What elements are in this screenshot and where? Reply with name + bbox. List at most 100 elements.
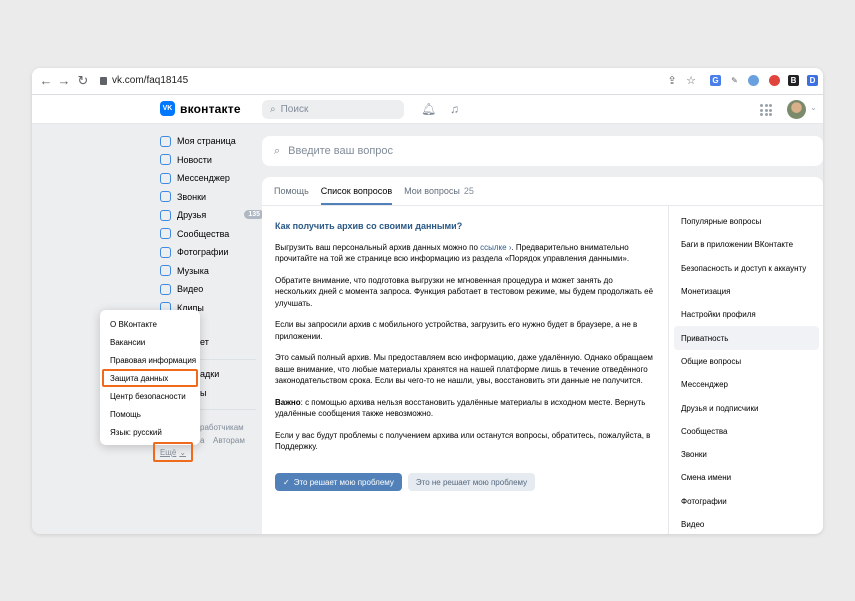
category-item[interactable]: Популярные вопросы: [674, 210, 819, 233]
menu-partial-label-2: адки: [200, 369, 220, 379]
more-label: Ещё: [159, 447, 177, 457]
not-solved-button[interactable]: Это не решает мою проблему: [407, 473, 536, 491]
category-item[interactable]: Друзья и подписчики: [674, 396, 819, 419]
sidebar-item[interactable]: Новости: [160, 151, 260, 170]
pen-icon[interactable]: ✎: [729, 75, 740, 86]
solved-button[interactable]: ✓ Это решает мою проблему: [275, 473, 402, 491]
red-circle-icon[interactable]: [769, 75, 780, 86]
video-icon: [160, 283, 171, 295]
tab-count: 25: [463, 186, 474, 196]
music-icon: [160, 265, 171, 277]
avatar[interactable]: [787, 100, 806, 119]
article-paragraph: Если вы запросили архив с мобильного уст…: [275, 320, 638, 341]
translate-icon[interactable]: G: [710, 75, 721, 86]
browser-window: ← → ↻ vk.com/faq18145 ⇪ ☆ G ✎ B D VK вко…: [32, 68, 823, 534]
popup-menu-item[interactable]: О ВКонтакте: [100, 315, 200, 333]
music-note-icon[interactable]: ♫: [450, 102, 459, 116]
sidebar-item[interactable]: Фотографии: [160, 243, 260, 262]
footer-link-developers[interactable]: работчикам: [200, 423, 244, 432]
category-item[interactable]: Смена имени: [674, 466, 819, 489]
star-icon[interactable]: ☆: [683, 73, 699, 89]
forward-arrow-icon[interactable]: →: [56, 73, 72, 89]
address-bar[interactable]: vk.com/faq18145: [100, 74, 188, 88]
category-item[interactable]: Звонки: [674, 443, 819, 466]
article-paragraph: Важно: с помощью архива нельзя восстанов…: [275, 397, 655, 420]
article-bold-text: Важно: [275, 397, 301, 407]
article-paragraph: Это самый полный архив. Мы предоставляем…: [275, 353, 653, 385]
left-menu: Моя страница Новости Мессенджер Звонки Друзь…: [160, 132, 264, 317]
menu-partial-label-1: ет: [200, 337, 209, 347]
sidebar-item-label: Новости: [177, 154, 212, 165]
sidebar-item-label: Звонки: [177, 191, 207, 202]
browser-toolbar: ← → ↻ vk.com/faq18145 ⇪ ☆ G ✎ B D: [32, 68, 823, 95]
popup-menu-item[interactable]: Правовая информация: [100, 351, 200, 369]
lock-icon: [100, 77, 107, 85]
user-circle-icon: [160, 135, 171, 147]
category-item[interactable]: Безопасность и доступ к аккаунту: [674, 257, 819, 280]
header-search-placeholder: Поиск: [280, 104, 309, 115]
tab-help[interactable]: Помощь: [274, 177, 309, 205]
sidebar-item-label: Мессенджер: [177, 173, 230, 184]
category-item[interactable]: Общие вопросы: [674, 350, 819, 373]
sidebar-item-label: Фотографии: [177, 247, 229, 258]
url-text: vk.com/faq18145: [112, 75, 189, 86]
footer-link-authors[interactable]: Авторам: [213, 436, 245, 445]
category-item[interactable]: Настройки профиля: [674, 303, 819, 326]
category-item[interactable]: Мессенджер: [674, 373, 819, 396]
category-item[interactable]: Баги в приложении ВКонтакте: [674, 233, 819, 256]
question-search-input[interactable]: ⌕ Введите ваш вопрос: [262, 136, 823, 166]
vk-logo-text: вконтакте: [180, 101, 241, 116]
header-search-input[interactable]: ⌕ Поиск: [262, 100, 404, 119]
d-icon[interactable]: D: [807, 75, 818, 86]
vk-logo-mark: VK: [160, 101, 175, 116]
category-item[interactable]: Монетизация: [674, 280, 819, 303]
bell-icon[interactable]: 🔔︎: [421, 102, 436, 116]
b-icon[interactable]: B: [788, 75, 799, 86]
article-paragraph: Обратите внимание, что подготовка выгруз…: [275, 275, 654, 308]
category-item[interactable]: Сообщества: [674, 420, 819, 443]
check-icon: ✓: [283, 477, 290, 487]
sidebar-item-label: Сообщества: [177, 228, 230, 239]
sidebar-item[interactable]: Видео: [160, 280, 260, 299]
sidebar-item-label: Друзья: [177, 210, 207, 221]
category-item[interactable]: Видео: [674, 513, 819, 534]
search-icon: ⌕: [274, 144, 281, 157]
vk-logo[interactable]: VK вконтакте: [160, 101, 241, 116]
menu-partial-label-3: ы: [200, 388, 207, 398]
category-list: Популярные вопросы Баги в приложении ВКон…: [674, 210, 819, 534]
sidebar-item[interactable]: Звонки: [160, 188, 260, 207]
popup-menu-item[interactable]: Помощь: [100, 405, 200, 423]
question-search-placeholder: Введите ваш вопрос: [288, 145, 394, 157]
globe-icon[interactable]: [748, 75, 759, 86]
sidebar-item[interactable]: Друзья 135: [160, 206, 264, 225]
more-popup-menu: О ВКонтакте Вакансии Правовая информация За…: [100, 310, 200, 445]
reload-icon[interactable]: ↻: [75, 73, 91, 89]
category-item[interactable]: Приватность: [674, 326, 819, 350]
archive-link[interactable]: ссылке: [480, 243, 506, 252]
sidebar-item[interactable]: Мессенджер: [160, 169, 260, 188]
chevron-down-icon[interactable]: ⌄: [810, 103, 817, 112]
footer-link-partial[interactable]: а: [200, 436, 204, 445]
article-paragraph: Если у вас будут проблемы с получением а…: [275, 430, 651, 452]
popup-menu-item[interactable]: Защита данных: [102, 369, 198, 387]
popup-menu-item[interactable]: Центр безопасности: [100, 387, 200, 405]
popup-menu-item[interactable]: Вакансии: [100, 333, 200, 351]
panel-divider: [668, 206, 669, 534]
faq-panel: Помощь Список вопросов Мои вопросы 25 Ка…: [262, 177, 823, 534]
apps-grid-icon[interactable]: [760, 104, 772, 116]
sidebar-item-label: Моя страница: [177, 136, 236, 147]
sidebar-item[interactable]: Музыка: [160, 262, 260, 281]
tab-label: Мои вопросы: [404, 186, 460, 196]
back-arrow-icon[interactable]: ←: [38, 73, 54, 89]
tab-my-questions[interactable]: Мои вопросы 25: [404, 177, 474, 205]
more-button[interactable]: Ещё ⌄: [153, 442, 193, 462]
sidebar-item[interactable]: Сообщества: [160, 225, 260, 244]
not-solved-button-label: Это не решает мою проблему: [415, 477, 528, 487]
category-item[interactable]: Фотографии: [674, 490, 819, 513]
popup-menu-item[interactable]: Язык: русский: [100, 423, 200, 441]
photo-icon: [160, 246, 171, 258]
tab-divider: [262, 205, 823, 206]
tab-question-list[interactable]: Список вопросов: [320, 177, 393, 205]
share-icon[interactable]: ⇪: [664, 73, 680, 89]
sidebar-item[interactable]: Моя страница: [160, 132, 260, 151]
